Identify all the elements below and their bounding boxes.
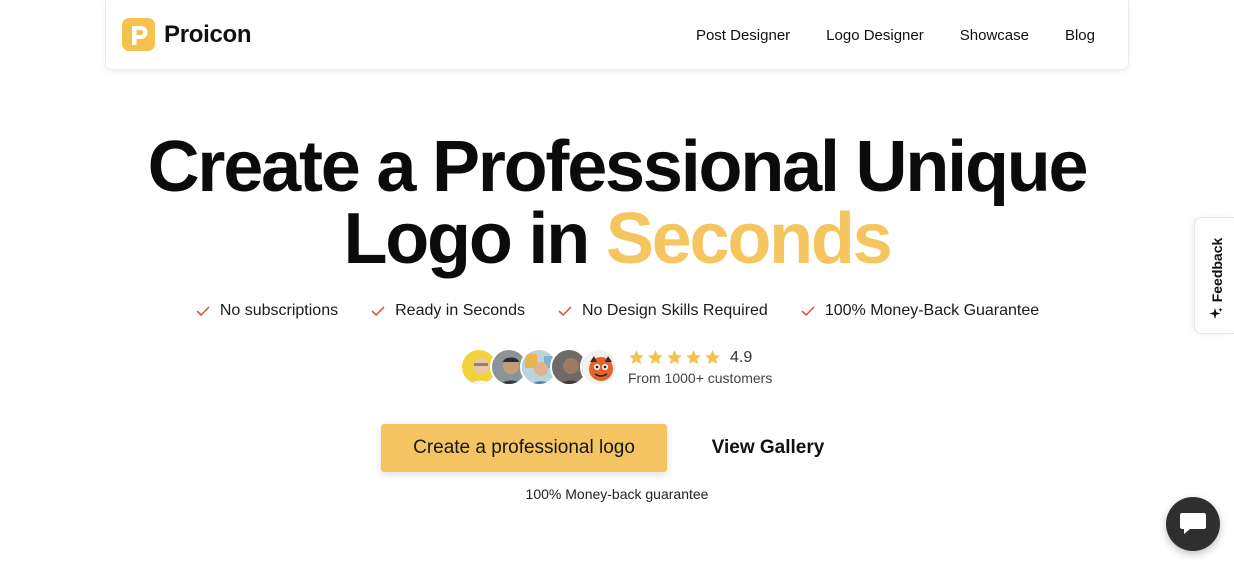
star-icon bbox=[686, 350, 701, 365]
check-icon bbox=[196, 306, 210, 316]
chat-button[interactable] bbox=[1166, 497, 1220, 551]
site-header: Proicon Post Designer Logo Designer Show… bbox=[105, 0, 1129, 70]
hero-title-line1: Create a Professional Unique bbox=[147, 127, 1089, 207]
feature-item: No subscriptions bbox=[195, 302, 338, 320]
nav-logo-designer[interactable]: Logo Designer bbox=[826, 27, 924, 44]
hero-title: Create a Professional Unique Logo in Sec… bbox=[0, 131, 1234, 275]
star-icon bbox=[667, 350, 682, 365]
p-logo-icon bbox=[122, 18, 155, 51]
feature-item: No Design Skills Required bbox=[557, 302, 768, 320]
customer-avatars bbox=[460, 348, 618, 386]
check-icon bbox=[801, 306, 815, 316]
rating-value: 4.9 bbox=[730, 348, 753, 366]
star-icon bbox=[629, 350, 644, 365]
feature-label: 100% Money-Back Guarantee bbox=[824, 302, 1040, 319]
hero-title-line2: Logo in bbox=[343, 199, 606, 279]
feature-item: 100% Money-Back Guarantee bbox=[800, 302, 1039, 320]
sparkle-icon bbox=[1209, 307, 1223, 319]
nav-blog[interactable]: Blog bbox=[1065, 27, 1095, 44]
social-proof: 4.9 From 1000+ customers bbox=[460, 348, 772, 386]
rating-stars: 4.9 bbox=[628, 349, 772, 367]
check-icon bbox=[558, 306, 572, 316]
hero-title-accent: Seconds bbox=[605, 199, 893, 279]
money-back-note: 100% Money-back guarantee bbox=[525, 486, 709, 502]
nav-showcase[interactable]: Showcase bbox=[960, 27, 1029, 44]
feedback-label: Feedback bbox=[1209, 237, 1225, 303]
star-icon bbox=[648, 350, 663, 365]
avatar bbox=[580, 348, 618, 386]
feature-label: No Design Skills Required bbox=[581, 302, 768, 319]
feedback-tab[interactable]: Feedback bbox=[1194, 217, 1234, 334]
view-gallery-button[interactable]: View Gallery bbox=[690, 424, 846, 472]
check-icon bbox=[371, 306, 385, 316]
nav-post-designer[interactable]: Post Designer bbox=[696, 27, 790, 44]
create-logo-button[interactable]: Create a professional logo bbox=[381, 424, 667, 472]
feature-label: No subscriptions bbox=[219, 302, 339, 319]
feature-item: Ready in Seconds bbox=[370, 302, 525, 320]
chat-bubble-icon bbox=[1180, 513, 1206, 534]
brand-logo-link[interactable]: Proicon bbox=[122, 18, 252, 51]
feature-label: Ready in Seconds bbox=[395, 302, 525, 319]
brand-name: Proicon bbox=[164, 20, 252, 48]
main-nav: Post Designer Logo Designer Showcase Blo… bbox=[696, 0, 1095, 70]
customers-text: From 1000+ customers bbox=[628, 369, 773, 386]
rating-block: 4.9 From 1000+ customers bbox=[628, 349, 772, 386]
feature-list: No subscriptions Ready in Seconds No Des… bbox=[0, 302, 1234, 320]
star-icon bbox=[705, 350, 720, 365]
